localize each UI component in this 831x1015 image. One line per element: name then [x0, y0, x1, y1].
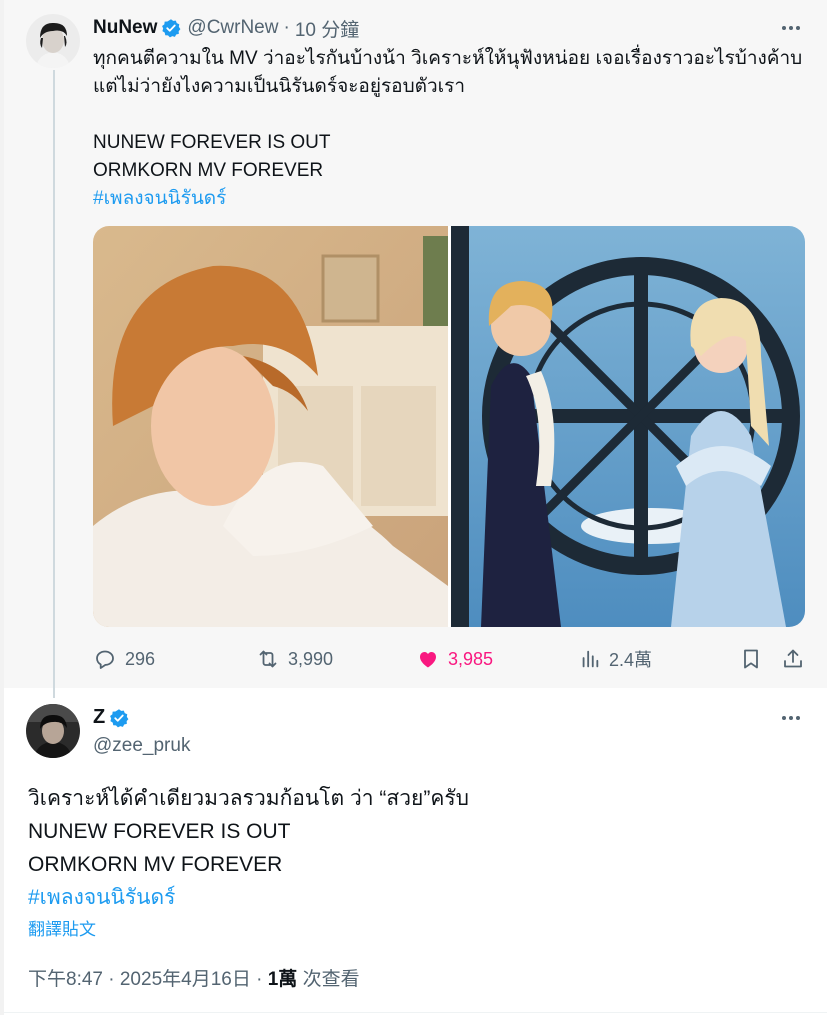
reply-text-line: NUNEW FOREVER IS OUT [28, 820, 291, 843]
bookmark-button[interactable] [739, 644, 771, 674]
hashtag-link[interactable]: #เพลงจนนิรันดร์ [28, 881, 469, 914]
post-metadata: 下午8:47 · 2025年4月16日 · 1萬 次查看 [28, 964, 360, 991]
view-count: 2.4萬 [609, 650, 653, 670]
handle[interactable]: @zee_pruk [93, 735, 190, 757]
display-name[interactable]: NuNew [93, 17, 157, 39]
avatar[interactable] [26, 704, 80, 758]
post-text: ทุกคนตีความใน MV ว่าอะไรกันบ้างน้า วิเคร… [93, 45, 813, 213]
display-name[interactable]: Z [93, 706, 105, 729]
avatar[interactable] [26, 14, 80, 68]
more-options-icon[interactable] [779, 16, 803, 40]
thread-connector-line [53, 70, 55, 698]
post-text-blank-line [93, 101, 813, 129]
reply-text-line: วิเคราะห์ได้คำเดียวมวลรวมก้อนโต ว่า “สวย… [28, 787, 469, 810]
share-icon [784, 649, 802, 668]
repost-button[interactable]: 3,990 [256, 644, 333, 674]
like-button[interactable]: 3,985 [416, 644, 493, 674]
post-timestamp[interactable]: 下午8:47 · 2025年4月16日 · [28, 969, 268, 990]
translate-post-link[interactable]: 翻譯貼文 [28, 915, 96, 940]
reply-icon [96, 650, 114, 669]
more-options-icon[interactable] [779, 706, 803, 730]
repost-count: 3,990 [288, 648, 334, 669]
hashtag-link[interactable]: #เพลงจนนิรันดร์ [93, 185, 813, 213]
tweet-thread: NuNew @CwrNew · 10 分鐘 ทุกคนตีความใน MV ว… [0, 0, 831, 1015]
verified-badge-icon [109, 708, 129, 728]
handle[interactable]: @CwrNew [187, 17, 278, 39]
photo-clock-couple[interactable] [450, 226, 806, 627]
views-chart-icon [582, 650, 599, 668]
bookmark-icon [744, 649, 758, 669]
repost-icon [259, 650, 277, 668]
like-count: 3,985 [448, 648, 494, 669]
divider [4, 1012, 827, 1013]
post-text-line: แต่ไม่ว่ายังไงความเป็นนิรันดร์จะอยู่รอบต… [93, 76, 466, 97]
reply-header: Z [93, 706, 135, 729]
reply-text: วิเคราะห์ได้คำเดียวมวลรวมก้อนโต ว่า “สวย… [28, 782, 469, 914]
photo-portrait-warm[interactable] [93, 226, 448, 627]
view-count: 1萬 [267, 969, 298, 990]
views-button[interactable]: 2.4萬 [579, 644, 652, 674]
engagement-bar: 296 3,990 3,985 2.4萬 [93, 644, 805, 674]
view-label: 次查看 [297, 969, 360, 990]
post-time[interactable]: 10 分鐘 [295, 15, 359, 42]
verified-badge-icon [161, 18, 181, 38]
reply-count: 296 [125, 648, 156, 669]
reply-button[interactable]: 296 [93, 644, 155, 674]
heart-icon [420, 652, 436, 668]
post-header: NuNew @CwrNew · 10 分鐘 [93, 15, 359, 42]
reply-text-line: ORMKORN MV FOREVER [28, 853, 283, 876]
post-text-line: ORMKORN MV FOREVER [93, 160, 324, 181]
post-media [93, 226, 805, 627]
post-text-line: ทุกคนตีความใน MV ว่าอะไรกันบ้างน้า วิเคร… [93, 48, 803, 69]
share-button[interactable] [781, 644, 813, 674]
post-text-line: NUNEW FOREVER IS OUT [93, 132, 331, 153]
separator-dot: · [283, 17, 290, 38]
